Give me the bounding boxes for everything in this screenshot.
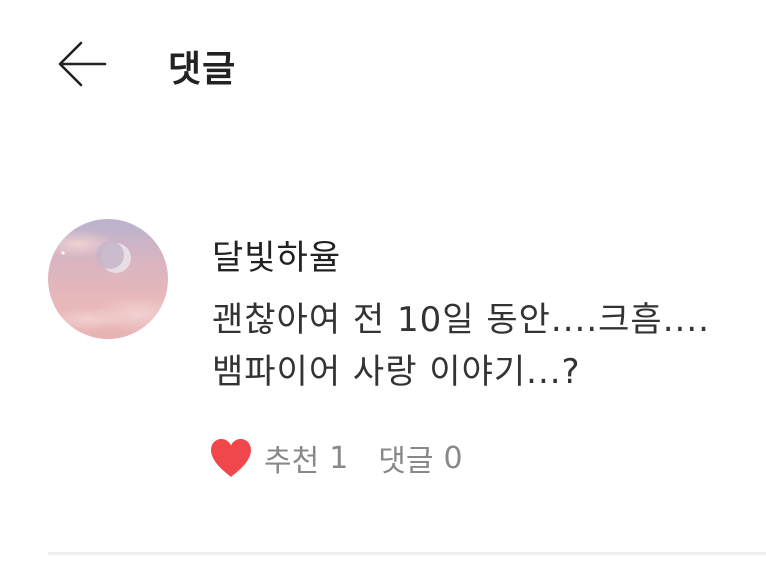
heart-icon[interactable]: [208, 437, 254, 479]
arrow-left-icon: [58, 41, 107, 87]
comment-text-line: 괜찮아여 전 10일 동안....크흠....: [212, 300, 710, 340]
reply-count: 0: [443, 440, 463, 476]
divider: [48, 552, 766, 555]
comment-meta: 추천 1 댓글 0: [208, 436, 463, 480]
like-label[interactable]: 추천: [264, 436, 319, 480]
like-count: 1: [329, 440, 349, 476]
comment-text-line: 뱀파이어 사랑 이야기...?: [212, 352, 581, 392]
page-title: 댓글: [168, 49, 237, 90]
avatar[interactable]: [48, 219, 168, 339]
reply-label[interactable]: 댓글: [378, 436, 433, 480]
comment-text: 괜찮아여 전 10일 동안....크흠.... 뱀파이어 사랑 이야기...?: [212, 294, 752, 398]
back-button[interactable]: [52, 34, 112, 94]
comments-page: 댓글 달빛하율 괜찮아여 전 10일 동안....크흠.... 뱀파이어 사랑 …: [0, 0, 766, 575]
comment-author[interactable]: 달빛하율: [212, 230, 341, 279]
comment-item: 달빛하율 괜찮아여 전 10일 동안....크흠.... 뱀파이어 사랑 이야기…: [0, 200, 766, 550]
moon-avatar: [48, 219, 168, 339]
header: 댓글: [0, 0, 766, 130]
